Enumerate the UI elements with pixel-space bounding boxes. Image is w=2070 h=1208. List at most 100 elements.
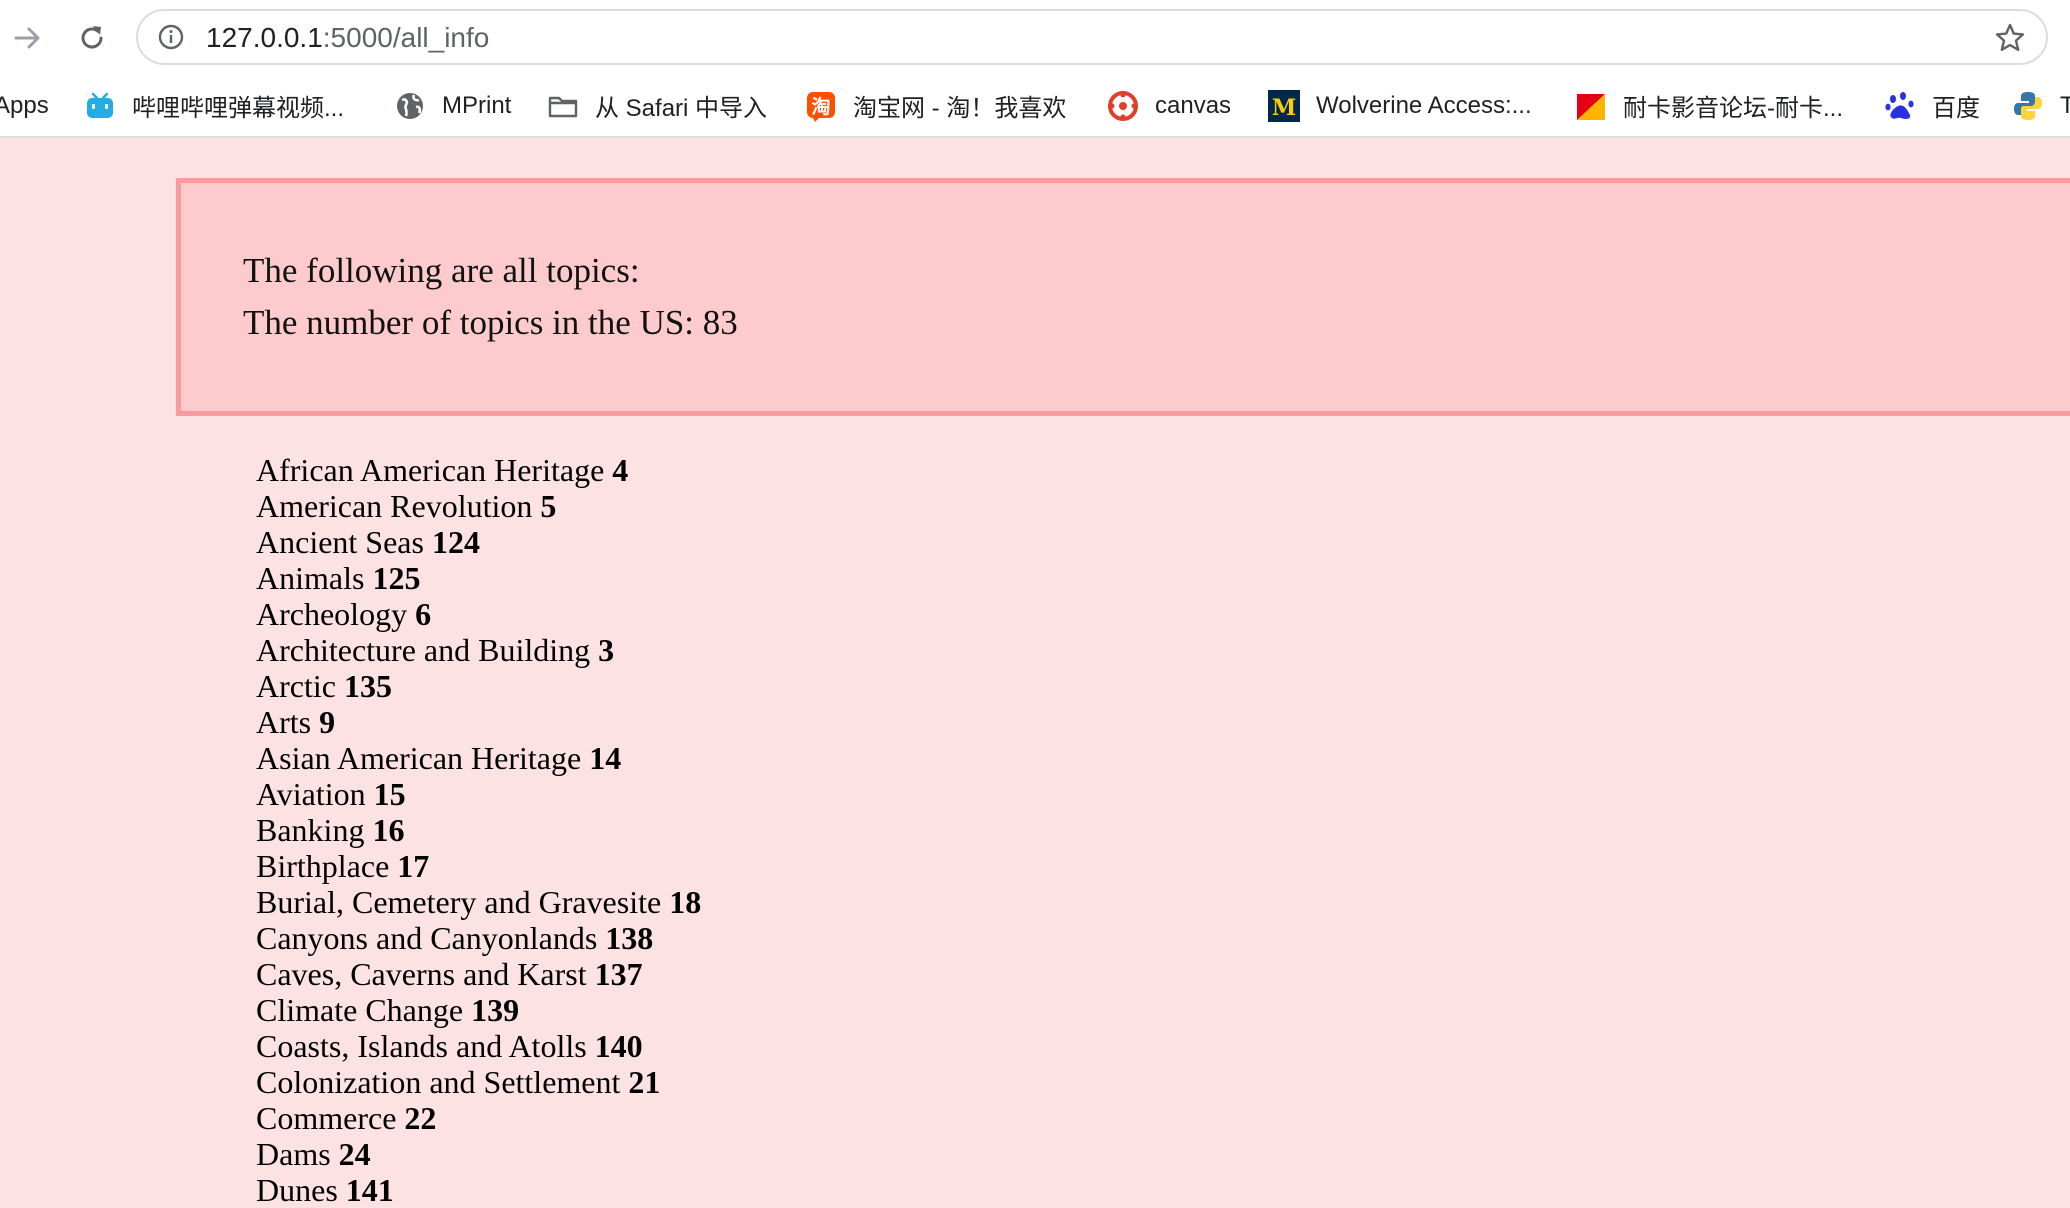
topic-count: 124 [431,524,480,560]
topic-item: Asian American Heritage 14 [256,740,701,776]
arrow-right-icon [14,27,40,49]
topic-count: 125 [372,560,421,596]
topic-count: 3 [598,632,615,668]
bookmark-label: 从 Safari 中导入 [595,95,768,122]
topic-count: 137 [594,956,643,992]
bookmark-label: 耐卡影音论坛-耐卡... [1623,95,1843,122]
topic-item: Animals 125 [256,560,701,596]
python-icon [2012,90,2044,122]
topic-name: Asian American Heritage [256,740,582,776]
topics-list: African American Heritage 4 American Rev… [256,452,701,1208]
topic-name: Dams [256,1136,331,1172]
topic-name: Canyons and Canyonlands [256,920,598,956]
topic-count: 24 [338,1136,371,1172]
topic-count: 21 [628,1064,661,1100]
bookmark-label: Apps [0,91,49,119]
svg-text:M: M [1272,95,1296,121]
bookmark-wolverine-access[interactable]: M Wolverine Access:... [1268,75,1532,136]
topic-item: Burial, Cemetery and Gravesite 18 [256,884,701,920]
topic-count: 6 [415,596,432,632]
naika-icon [1575,90,1607,122]
topic-name: Aviation [256,776,366,812]
topic-count: 141 [345,1172,394,1208]
topic-name: Ancient Seas [256,524,424,560]
header-line-2: The number of topics in the US: 83 [243,303,738,342]
bookmark-label: 哔哩哔哩弹幕视频... [132,95,345,122]
topic-count: 4 [612,452,629,488]
topic-count: 9 [319,704,336,740]
topic-item: Dams 24 [256,1136,701,1172]
bookmark-taobao[interactable]: 淘 淘宝网 - 淘！我喜欢 [805,75,1066,136]
bookmark-label: 淘宝网 - 淘！我喜欢 [853,95,1067,122]
topic-name: Coasts, Islands and Atolls [256,1028,587,1064]
umich-icon: M [1268,89,1300,122]
url-path: :5000/all_info [322,22,490,53]
topic-item: Archeology 6 [256,596,701,632]
topic-count: 15 [373,776,406,812]
topic-item: Caves, Caverns and Karst 137 [256,956,701,992]
canvas-icon [1107,90,1139,122]
topic-name: Burial, Cemetery and Gravesite [256,884,662,920]
topic-count: 138 [605,920,654,956]
bookmark-star-icon[interactable] [1994,22,2026,54]
baidu-icon [1884,90,1916,122]
topic-name: American Revolution [256,488,533,524]
topic-count: 139 [471,992,520,1028]
topic-name: Climate Change [256,992,464,1028]
topic-count: 140 [594,1028,643,1064]
topic-count: 16 [372,812,405,848]
reload-icon [81,26,103,49]
topic-count: 135 [343,668,392,704]
bookmark-naika[interactable]: 耐卡影音论坛-耐卡... [1575,75,1843,136]
topic-item: Dunes 141 [256,1172,701,1208]
topic-count: 22 [404,1100,437,1136]
bookmark-mprint[interactable]: MPrint [394,75,511,136]
topic-name: Banking [256,812,365,848]
topic-item: Coasts, Islands and Atolls 140 [256,1028,701,1064]
url-host: 127.0.0.1 [206,22,323,53]
bookmark-baidu[interactable]: 百度 [1884,75,1980,136]
topic-item: Banking 16 [256,812,701,848]
info-icon[interactable] [158,24,184,50]
bookmark-label: MPrint [442,91,512,119]
bookmarks-bar: Apps 哔哩哔哩弹幕视频... MPrint 从 [0,75,2070,138]
topic-item: Colonization and Settlement 21 [256,1064,701,1100]
reload-button[interactable] [72,18,112,58]
topic-item: Canyons and Canyonlands 138 [256,920,701,956]
bookmark-canvas[interactable]: canvas [1107,75,1231,136]
topic-item: Architecture and Building 3 [256,632,701,668]
topic-name: Architecture and Building [256,632,591,668]
bilibili-icon [84,90,116,122]
topic-name: Arts [256,704,312,740]
globe-icon [394,90,426,122]
bookmark-safari-import[interactable]: 从 Safari 中导入 [547,75,767,136]
topic-count: 14 [589,740,622,776]
topic-name: Commerce [256,1100,397,1136]
topic-count: 17 [397,848,430,884]
address-bar[interactable]: 127.0.0.1:5000/all_info [136,9,2048,65]
topic-item: Birthplace 17 [256,848,701,884]
topic-name: Dunes [256,1172,338,1208]
bookmark-label: Wolverine Access:... [1316,91,1532,119]
bookmark-label: 百度 [1932,95,1980,122]
topics-header-banner: The following are all topics: The number… [176,178,2070,416]
topic-name: Birthplace [256,848,390,884]
topic-item: Ancient Seas 124 [256,524,701,560]
topic-item: Aviation 15 [256,776,701,812]
topic-item: Arctic 135 [256,668,701,704]
bookmark-bilibili[interactable]: 哔哩哔哩弹幕视频... [84,75,344,136]
topic-name: Colonization and Settlement [256,1064,621,1100]
header-line-1: The following are all topics: [243,251,640,290]
topic-name: Caves, Caverns and Karst [256,956,587,992]
url-text[interactable]: 127.0.0.1:5000/all_info [206,23,489,53]
forward-button[interactable] [8,18,48,58]
topic-name: Archeology [256,596,408,632]
topic-item: African American Heritage 4 [256,452,701,488]
folder-icon [547,90,579,122]
topic-item: American Revolution 5 [256,488,701,524]
bookmark-label: canvas [1155,91,1232,119]
bookmark-python[interactable]: T [2012,75,2070,136]
bookmark-apps[interactable]: Apps [0,75,49,136]
topic-name: African American Heritage [256,452,605,488]
topic-item: Arts 9 [256,704,701,740]
